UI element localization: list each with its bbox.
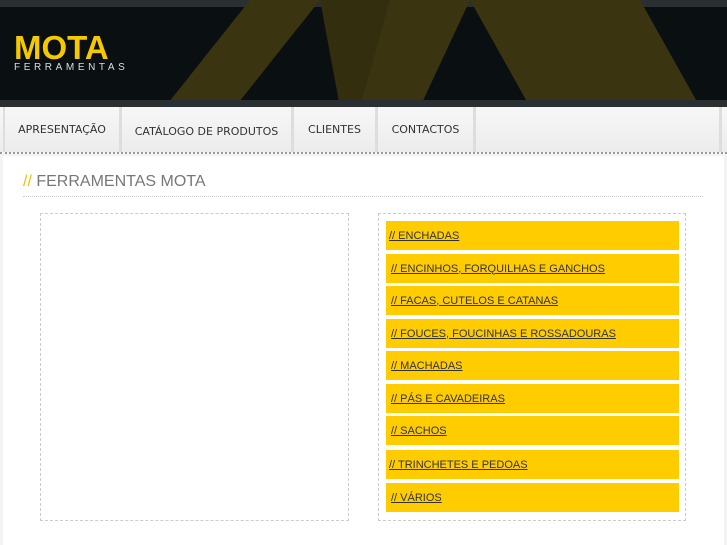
nav-clientes[interactable]: CLIENTES — [294, 107, 378, 152]
nav-empty — [476, 107, 722, 152]
nav-apresentacao[interactable]: APRESENTAÇÃO — [5, 107, 122, 152]
image-panel — [40, 213, 349, 521]
category-varios[interactable]: // VÁRIOS — [386, 483, 679, 512]
category-encinhos[interactable]: // ENCINHOS, FORQUILHAS E GANCHOS — [386, 254, 679, 283]
content-area: // FERRAMENTAS MOTA // ENCHADAS // ENCIN… — [3, 156, 724, 545]
nav-contactos[interactable]: CONTACTOS — [378, 107, 476, 152]
nav-catalogo[interactable]: CATÁLOGO DE PRODUTOS — [122, 107, 294, 152]
main-nav: APRESENTAÇÃO CATÁLOGO DE PRODUTOS CLIENT… — [0, 107, 727, 154]
title-prefix: // — [23, 173, 32, 190]
site-header: MOTA FERRAMENTAS — [0, 0, 727, 107]
header-bottom-bar — [0, 100, 727, 107]
category-fouces[interactable]: // FOUCES, FOUCINHAS E ROSSADOURAS — [386, 319, 679, 348]
title-divider — [23, 196, 703, 197]
category-machadas[interactable]: // MACHADAS — [386, 351, 679, 380]
category-list: // ENCHADAS // ENCINHOS, FORQUILHAS E GA… — [378, 213, 686, 521]
title-text: FERRAMENTAS MOTA — [36, 173, 206, 190]
logo-subtext: FERRAMENTAS — [14, 62, 129, 73]
category-pas[interactable]: // PÁS E CAVADEIRAS — [386, 384, 679, 413]
page-title: // FERRAMENTAS MOTA — [23, 173, 206, 191]
logo[interactable]: MOTA FERRAMENTAS — [14, 29, 129, 73]
category-facas[interactable]: // FACAS, CUTELOS E CATANAS — [386, 286, 679, 315]
logo-text: MOTA — [14, 29, 109, 66]
category-trinchetes[interactable]: // TRINCHETES E PEDOAS — [386, 450, 679, 479]
category-sachos[interactable]: // SACHOS — [386, 416, 679, 445]
category-enchadas[interactable]: // ENCHADAS — [386, 221, 679, 250]
